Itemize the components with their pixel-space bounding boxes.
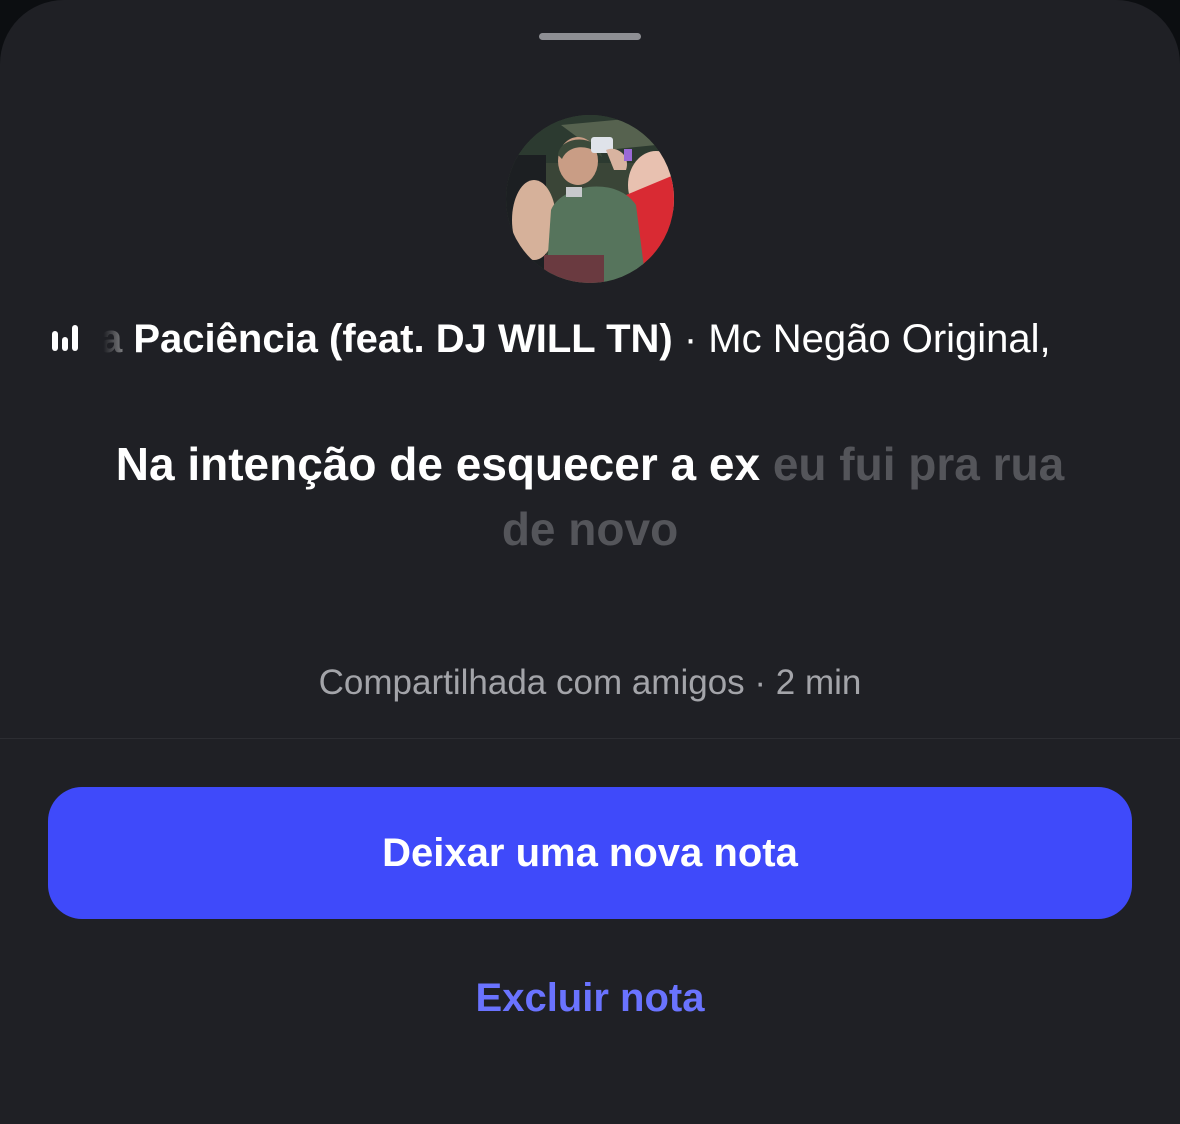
meta-separator: · (744, 663, 776, 702)
new-note-button[interactable]: Deixar uma nova nota (48, 787, 1132, 919)
sheet-grabber[interactable] (539, 33, 641, 40)
song-title: a Paciência (feat. DJ WILL TN) (100, 317, 673, 361)
song-marquee: a Paciência (feat. DJ WILL TN) · Mc Negã… (100, 310, 1116, 370)
song-artist: Mc Negão Original, (708, 317, 1051, 361)
delete-note-button[interactable]: Excluir nota (390, 965, 790, 1031)
note-audience: Compartilhada com amigos (318, 663, 745, 702)
marquee-fade (100, 310, 134, 370)
avatar (506, 115, 674, 283)
equalizer-bars-icon (52, 325, 86, 351)
divider (0, 738, 1180, 739)
note-bottom-sheet: a Paciência (feat. DJ WILL TN) · Mc Negã… (0, 0, 1180, 1124)
song-text: a Paciência (feat. DJ WILL TN) · Mc Negã… (100, 314, 1051, 364)
note-lyric: Na intenção de esquecer a ex eu fui pra … (100, 432, 1080, 562)
song-attribution[interactable]: a Paciência (feat. DJ WILL TN) · Mc Negã… (0, 310, 1180, 370)
song-separator: · (672, 317, 709, 361)
note-time: 2 min (775, 663, 862, 702)
note-meta: Compartilhada com amigos · 2 min (0, 660, 1180, 706)
avatar-photo (506, 115, 674, 283)
lyric-sung: Na intenção de esquecer a ex (115, 438, 761, 490)
